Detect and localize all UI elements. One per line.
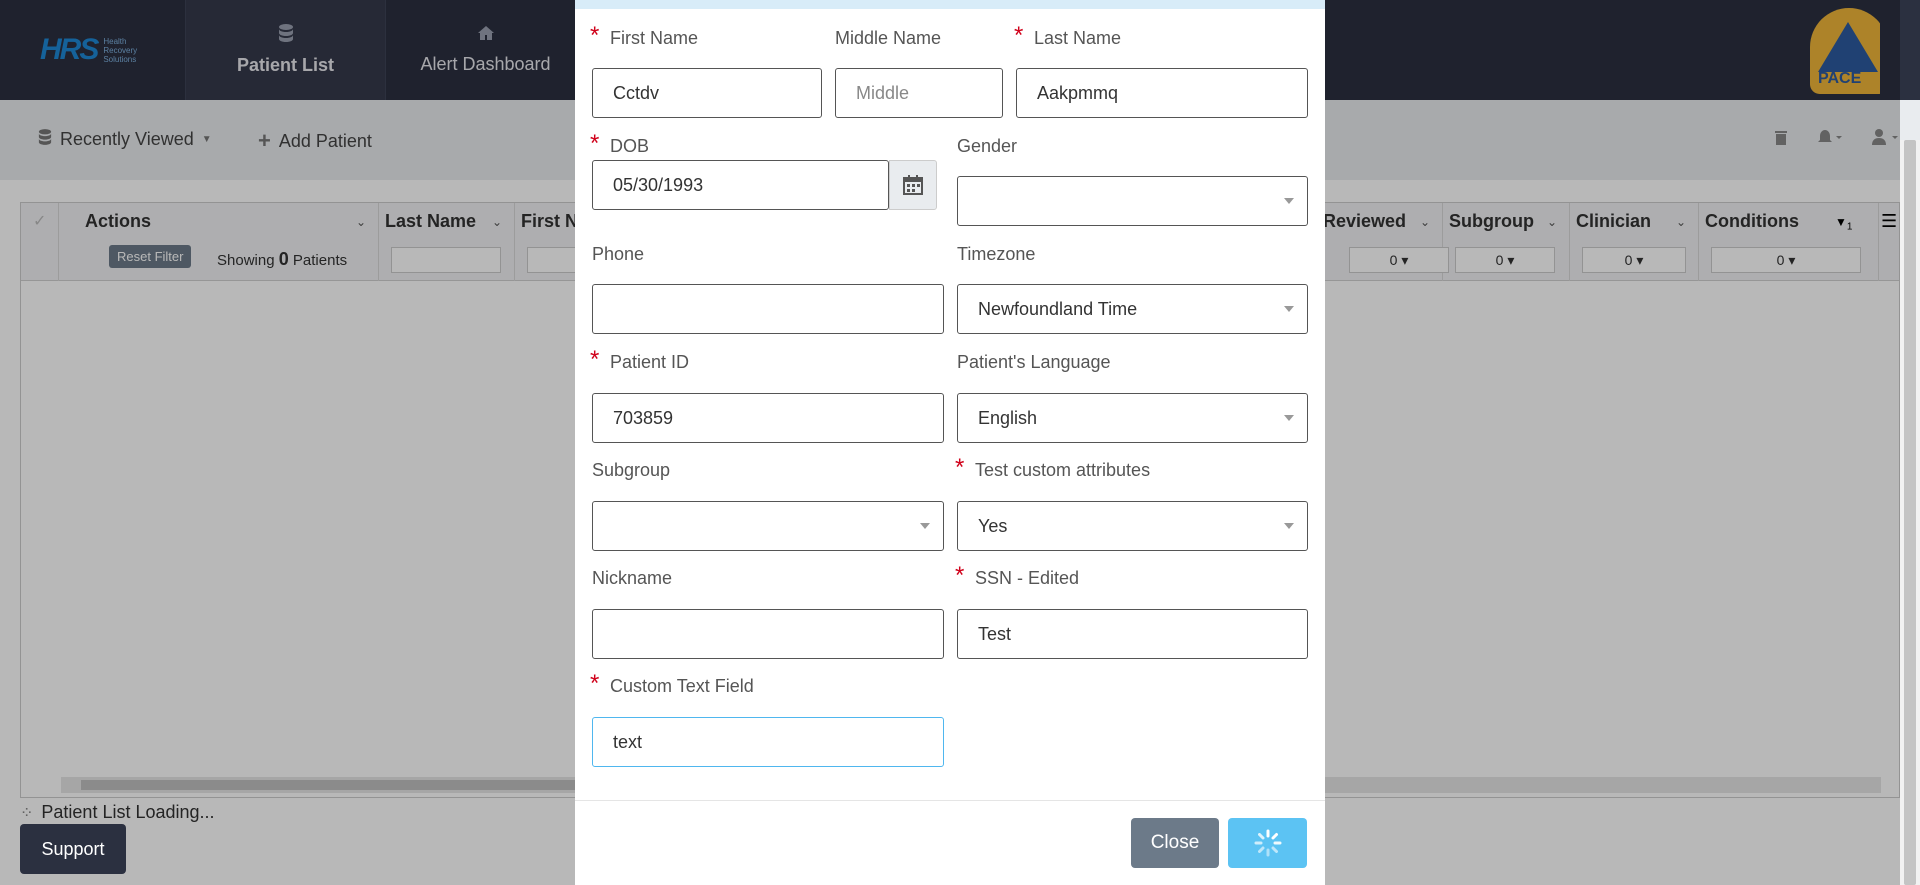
gender-field: Gender	[957, 136, 1308, 226]
last-name-input[interactable]: Aakpmmq	[1016, 68, 1308, 118]
middle-name-field: Middle Name Middle	[835, 28, 1003, 118]
page-vertical-scrollbar[interactable]	[1900, 140, 1920, 885]
last-name-field: * Last Name Aakpmmq	[1014, 22, 1308, 118]
subgroup-field: Subgroup	[592, 460, 944, 551]
timezone-field: Timezone Newfoundland Time	[957, 244, 1308, 334]
patient-id-field: * Patient ID 703859	[590, 346, 944, 443]
custom-attributes-select[interactable]: Yes	[957, 501, 1308, 551]
custom-text-field: * Custom Text Field text	[590, 670, 944, 767]
ssn-input[interactable]: Test	[957, 609, 1308, 659]
required-asterisk-icon: *	[955, 454, 965, 481]
dropdown-arrow-icon	[1284, 198, 1294, 204]
spinner-icon	[1254, 829, 1281, 857]
scrollbar-thumb[interactable]	[1904, 140, 1916, 885]
required-asterisk-icon: *	[590, 670, 600, 697]
required-asterisk-icon: *	[590, 130, 600, 157]
dob-input[interactable]: 05/30/1993	[592, 160, 889, 210]
gender-select[interactable]	[957, 176, 1308, 226]
dropdown-arrow-icon	[1284, 415, 1294, 421]
calendar-button[interactable]	[889, 160, 937, 210]
dropdown-arrow-icon	[920, 523, 930, 529]
phone-field: Phone	[592, 244, 944, 334]
required-asterisk-icon: *	[590, 346, 600, 373]
timezone-select[interactable]: Newfoundland Time	[957, 284, 1308, 334]
add-patient-modal: * First Name Cctdv Middle Name Middle * La…	[575, 0, 1325, 885]
app: HRS Health Recovery Solutions Patient Li…	[0, 0, 1920, 885]
patient-id-input[interactable]: 703859	[592, 393, 944, 443]
middle-name-input[interactable]: Middle	[835, 68, 1003, 118]
language-select[interactable]: English	[957, 393, 1308, 443]
phone-input[interactable]	[592, 284, 944, 334]
save-button[interactable]	[1228, 818, 1307, 868]
required-asterisk-icon: *	[955, 562, 965, 589]
subgroup-select[interactable]	[592, 501, 944, 551]
close-button[interactable]: Close	[1131, 818, 1219, 868]
language-field: Patient's Language English	[957, 352, 1308, 443]
first-name-field: * First Name Cctdv	[590, 22, 822, 118]
required-asterisk-icon: *	[1014, 22, 1024, 49]
custom-attributes-field: * Test custom attributes Yes	[955, 454, 1308, 551]
ssn-field: * SSN - Edited Test	[955, 562, 1308, 659]
required-asterisk-icon: *	[590, 22, 600, 49]
nickname-field: Nickname	[592, 568, 944, 659]
first-name-input[interactable]: Cctdv	[592, 68, 822, 118]
dropdown-arrow-icon	[1284, 306, 1294, 312]
dropdown-arrow-icon	[1284, 523, 1294, 529]
custom-text-input[interactable]: text	[592, 717, 944, 767]
nickname-input[interactable]	[592, 609, 944, 659]
support-button[interactable]: Support	[20, 824, 126, 874]
calendar-icon	[903, 175, 923, 195]
modal-top-strip	[575, 0, 1325, 9]
dob-field: * DOB 05/30/1993	[590, 130, 937, 226]
